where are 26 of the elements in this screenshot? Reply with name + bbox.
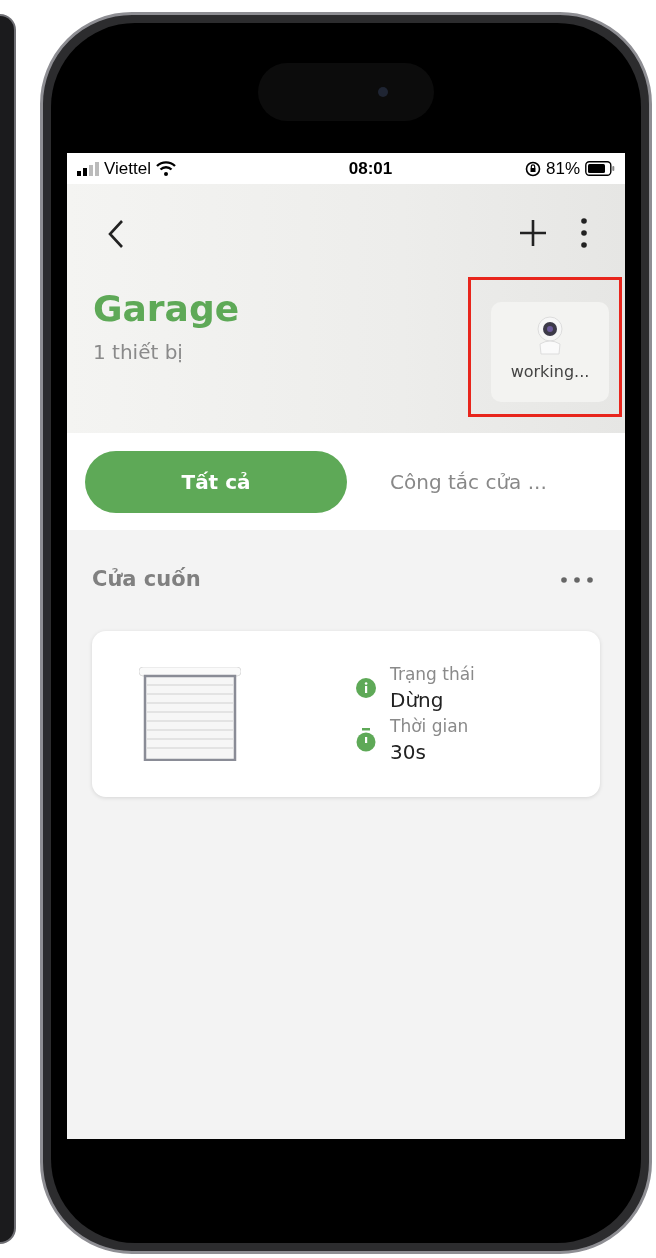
info-icon [356,677,376,698]
field-label: Thời gian [390,714,469,738]
section-title: Cửa cuốn [92,566,201,593]
device-count: 1 thiết bị [93,339,184,366]
camera-widget[interactable]: working... [491,302,609,402]
stopwatch-icon [356,727,376,752]
front-camera-icon [378,87,388,97]
clock-time: 08:01 [348,157,393,180]
battery-percent: 81% [545,157,580,180]
camera-status: working... [510,361,590,383]
filter-tab[interactable]: Công tắc cửa ... [390,450,547,513]
security-camera-icon [535,316,565,356]
field-value: 30s [390,738,427,766]
signal-icon [77,161,99,176]
carrier-name: Viettel [104,157,151,180]
field-label: Trạng thái [390,662,475,686]
battery-icon [585,161,615,176]
add-icon[interactable] [519,219,547,247]
field-value: Dừng [390,686,445,714]
device-card[interactable]: Trạng thái Dừng Thời gian 30s [92,630,600,797]
room-title: Garage [93,287,241,331]
rotation-lock-icon [524,160,541,177]
back-icon[interactable] [107,219,125,249]
wifi-icon [155,161,176,176]
more-vertical-icon[interactable] [581,218,587,248]
more-horizontal-icon[interactable] [561,576,593,583]
